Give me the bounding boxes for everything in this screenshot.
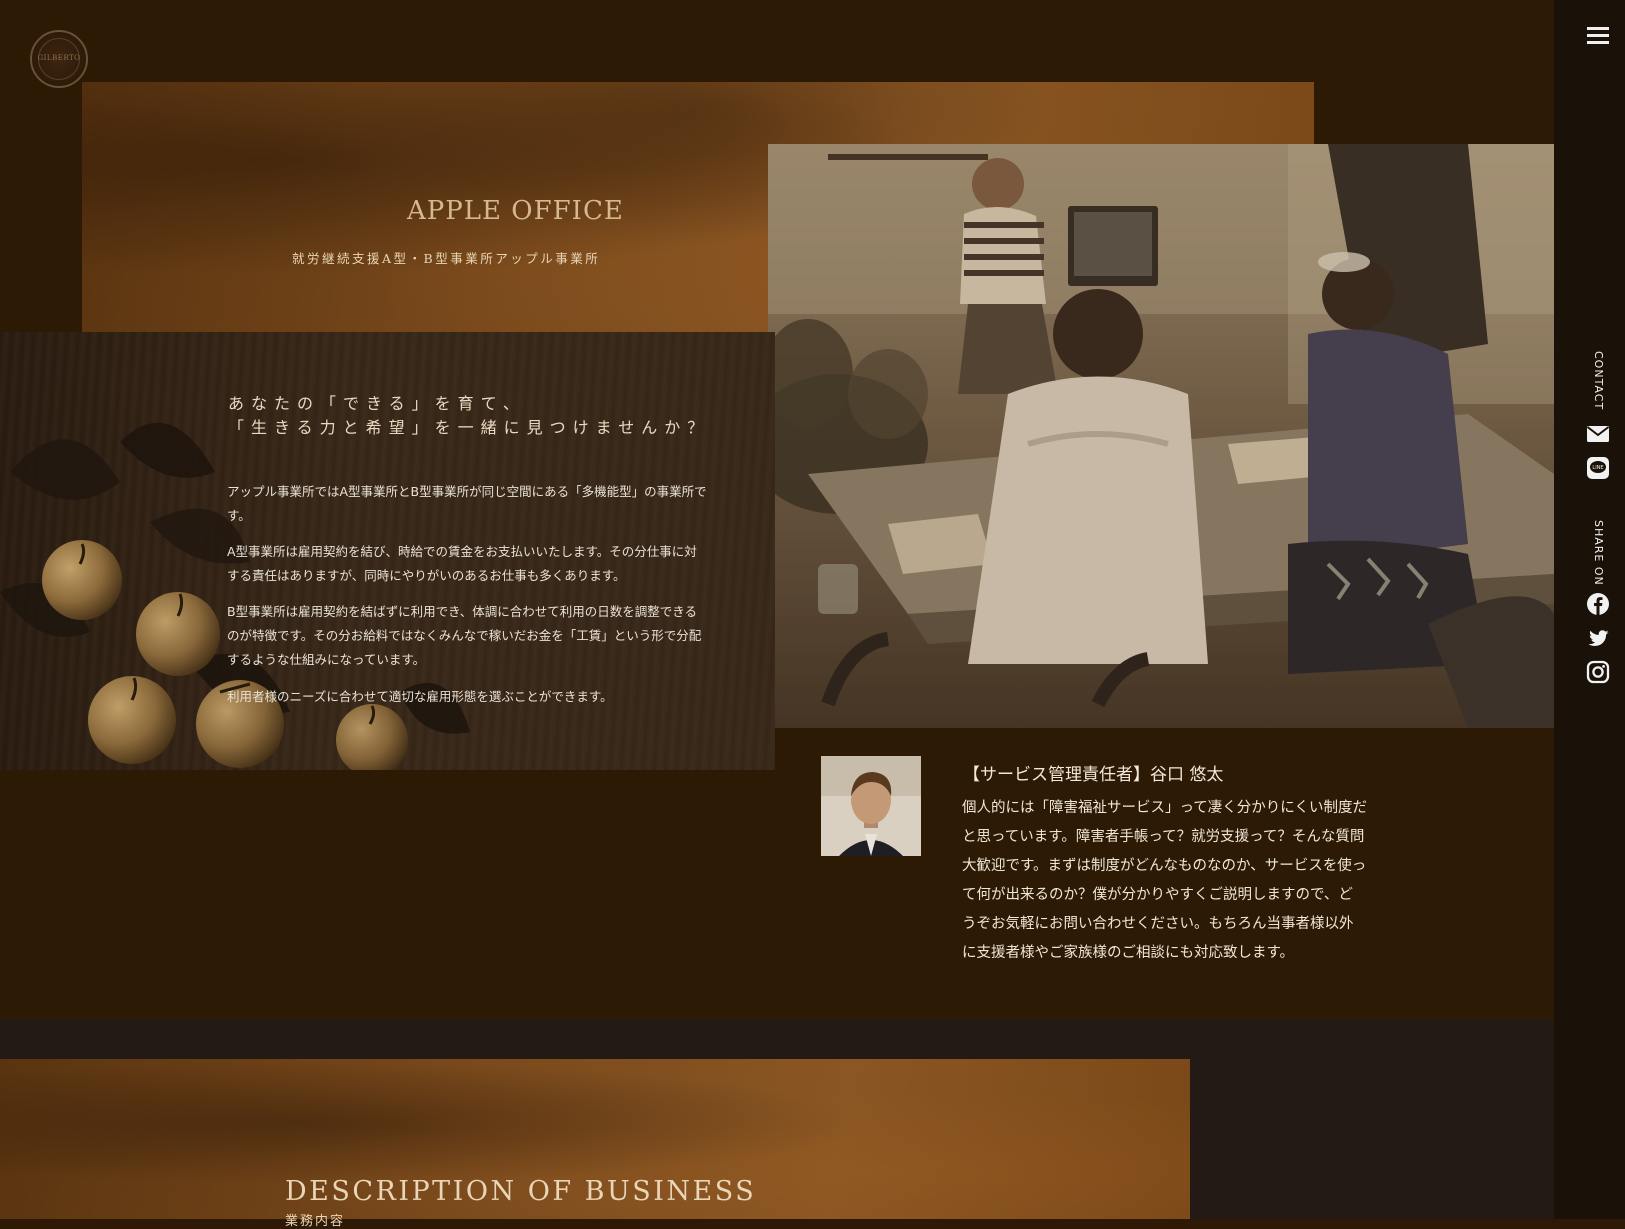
twitter-icon[interactable]: [1586, 627, 1610, 651]
intro-paragraph: アップル事業所ではA型事業所とB型事業所が同じ空間にある「多機能型」の事業所です…: [227, 484, 707, 523]
menu-icon: [1587, 27, 1609, 30]
page-title: APPLE OFFICE: [407, 196, 624, 226]
section-subtitle: 業務内容: [285, 1214, 346, 1229]
site-logo[interactable]: GILBERTO: [30, 30, 88, 88]
intro-heading: あなたの「できる」を育て、 「生きる力と希望」を一緒に見つけませんか？: [228, 392, 748, 440]
section-title: DESCRIPTION OF BUSINESS: [285, 1176, 757, 1207]
share-label: SHARE ON: [1592, 520, 1605, 586]
manager-photo: [821, 756, 921, 856]
contact-label: CONTACT: [1592, 351, 1605, 411]
svg-text:LINE: LINE: [1592, 465, 1603, 471]
line-icon[interactable]: LINE: [1586, 456, 1610, 480]
menu-icon-line: [1587, 41, 1609, 44]
office-photo: [768, 144, 1554, 728]
intro-heading-line1: あなたの「できる」を育て、: [228, 394, 526, 413]
manager-title: 【サービス管理責任者】谷口 悠太: [963, 765, 1224, 785]
intro-paragraph: A型事業所は雇用契約を結び、時給での賃金をお支払いいたします。その分仕事に対する…: [227, 544, 697, 583]
intro-heading-line2: 「生きる力と希望」を一緒に見つけませんか？: [228, 418, 711, 437]
hamburger-menu-button[interactable]: [1585, 24, 1613, 48]
mail-icon[interactable]: [1586, 422, 1610, 446]
menu-icon-line: [1587, 34, 1609, 37]
facebook-icon[interactable]: [1586, 592, 1610, 616]
instagram-icon[interactable]: [1586, 660, 1610, 684]
intro-paragraph: B型事業所は雇用契約を結ばずに利用でき、体調に合わせて利用の日数を調整できるのが…: [227, 604, 702, 667]
intro-paragraph: 利用者様のニーズに合わせて適切な雇用形態を選ぶことができます。: [227, 689, 613, 704]
manager-message: 個人的には「障害福祉サービス」って凄く分かりにくい制度だと思っています。障害者手…: [962, 800, 1367, 961]
logo-text: GILBERTO: [37, 54, 81, 62]
page-subtitle: 就労継続支援A型・B型事業所アップル事業所: [292, 251, 601, 266]
